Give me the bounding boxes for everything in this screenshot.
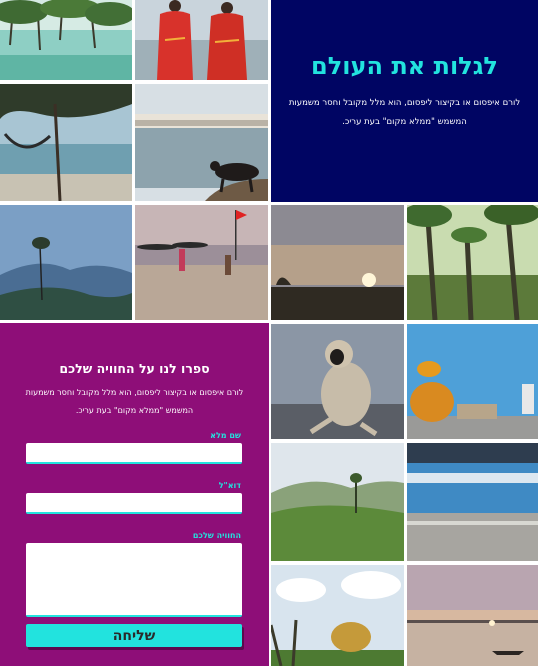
photo-lake-sunset [407, 565, 538, 666]
hero-box: לגלות את העולם לורם איפסום או בקיצור ליפ… [271, 0, 538, 202]
photo-tea-plantation [271, 443, 404, 561]
name-field[interactable] [26, 443, 242, 464]
photo-sunset-field [271, 205, 404, 320]
photo-hammock-sea [0, 84, 132, 201]
email-field[interactable] [26, 493, 242, 514]
photo-sadhu-blue-wall [407, 324, 538, 439]
email-label: דוא"ל [218, 481, 241, 490]
form-intro: לורם איפסום או בקיצור ליפסום, הוא מלל מק… [25, 388, 244, 415]
photo-two-people-red [135, 0, 268, 80]
form-title: ספרו לנו על החוויה שלכם [59, 361, 210, 376]
photo-cow-lakeside [135, 84, 268, 201]
name-label: שם מלא [210, 431, 241, 440]
photo-golden-dome [271, 565, 404, 666]
photo-mangrove-beach [0, 0, 132, 80]
photo-boat-carriers [135, 205, 268, 320]
photo-palm-forest [407, 205, 538, 320]
photo-moving-train [407, 443, 538, 561]
hero-text: לורם איפסום או בקיצור ליפסום, הוא מלל מק… [288, 98, 521, 127]
photo-langur-monkey [271, 324, 404, 439]
experience-textarea[interactable] [26, 543, 242, 617]
submit-button[interactable]: שליחה [26, 624, 242, 647]
hero-title: לגלות את העולם [311, 52, 498, 80]
photo-misty-hills [0, 205, 132, 320]
experience-label: החוויה שלכם [192, 531, 241, 540]
experience-form: ספרו לנו על החוויה שלכם לורם איפסום או ב… [0, 323, 269, 666]
